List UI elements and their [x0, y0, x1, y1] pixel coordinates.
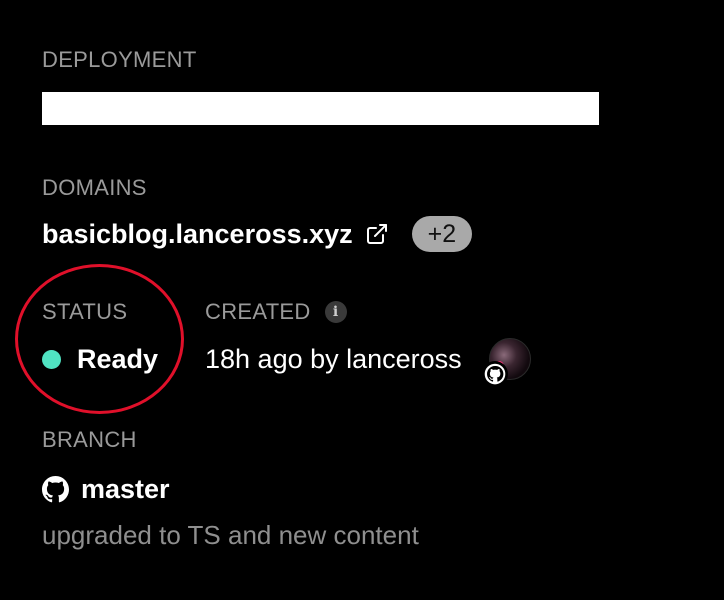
deployment-label: DEPLOYMENT [42, 47, 197, 72]
github-icon [42, 475, 69, 503]
created-row: 18h ago by lanceross [205, 344, 462, 374]
domain-link[interactable]: basicblog.lanceross.xyz [42, 219, 353, 250]
info-icon[interactable]: i [324, 301, 347, 323]
domains-label: DOMAINS [42, 175, 147, 200]
external-link-icon[interactable] [365, 222, 389, 246]
status-highlight-circle [15, 264, 184, 414]
branch-label: BRANCH [42, 427, 137, 452]
branch-row[interactable]: master [42, 474, 170, 504]
deployment-url-bar[interactable] [42, 92, 599, 125]
github-icon [482, 361, 508, 387]
branch-name[interactable]: master [81, 474, 170, 505]
commit-message: upgraded to TS and new content [42, 520, 419, 550]
author-avatar[interactable] [482, 338, 531, 387]
created-label-row: CREATED i [205, 300, 347, 324]
domain-row: basicblog.lanceross.xyz +2 [42, 216, 473, 252]
more-domains-badge[interactable]: +2 [411, 216, 473, 252]
created-value: 18h ago by lanceross [205, 343, 462, 374]
created-label: CREATED [205, 299, 311, 324]
